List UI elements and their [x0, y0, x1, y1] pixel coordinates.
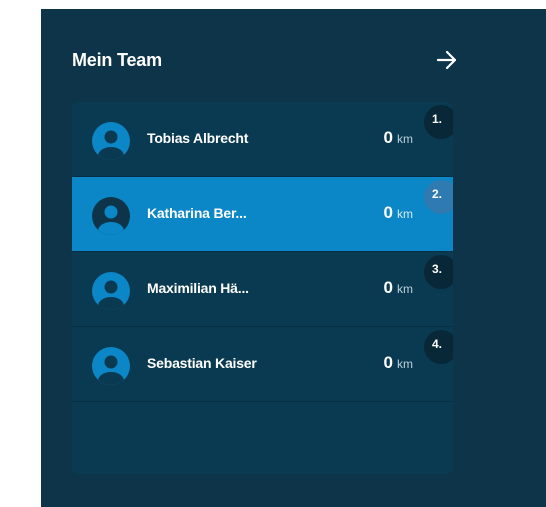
team-member-row-selected[interactable]: Katharina Ber... 0 km 2.: [72, 177, 453, 252]
team-member-row[interactable]: Sebastian Kaiser 0 km 4.: [72, 327, 453, 402]
distance-unit: km: [397, 282, 413, 296]
distance-unit: km: [397, 207, 413, 221]
rank-badge: 1.: [424, 105, 453, 139]
user-avatar-icon: [92, 197, 130, 235]
member-distance: 0 km: [384, 278, 413, 298]
user-avatar-icon: [92, 122, 130, 160]
team-header: Mein Team: [72, 45, 457, 75]
team-members-list: Tobias Albrecht 0 km 1. Katharina Ber...…: [72, 102, 453, 474]
member-name: Tobias Albrecht: [147, 130, 249, 146]
team-title: Mein Team: [72, 49, 162, 70]
distance-value: 0: [383, 278, 393, 297]
rank-badge: 3.: [424, 255, 453, 289]
arrow-right-icon: [436, 50, 457, 70]
user-avatar-icon: [92, 347, 130, 385]
distance-value: 0: [383, 203, 393, 222]
team-member-row[interactable]: Maximilian Hä... 0 km 3.: [72, 252, 453, 327]
member-name: Sebastian Kaiser: [147, 355, 257, 371]
distance-value: 0: [383, 353, 393, 372]
distance-unit: km: [397, 132, 413, 146]
distance-value: 0: [383, 128, 393, 147]
member-name: Katharina Ber...: [147, 205, 247, 221]
team-member-row[interactable]: Tobias Albrecht 0 km 1.: [72, 102, 453, 177]
open-team-button[interactable]: [434, 47, 460, 73]
rank-badge: 2.: [424, 180, 453, 214]
member-distance: 0 km: [384, 128, 413, 148]
user-avatar-icon: [92, 272, 130, 310]
team-panel: Mein Team Tobias Albrecht 0 km 1. Kathar…: [41, 9, 546, 507]
rank-badge: 4.: [424, 330, 453, 364]
member-name: Maximilian Hä...: [147, 280, 249, 296]
member-distance: 0 km: [384, 203, 413, 223]
distance-unit: km: [397, 357, 413, 371]
member-distance: 0 km: [384, 353, 413, 373]
